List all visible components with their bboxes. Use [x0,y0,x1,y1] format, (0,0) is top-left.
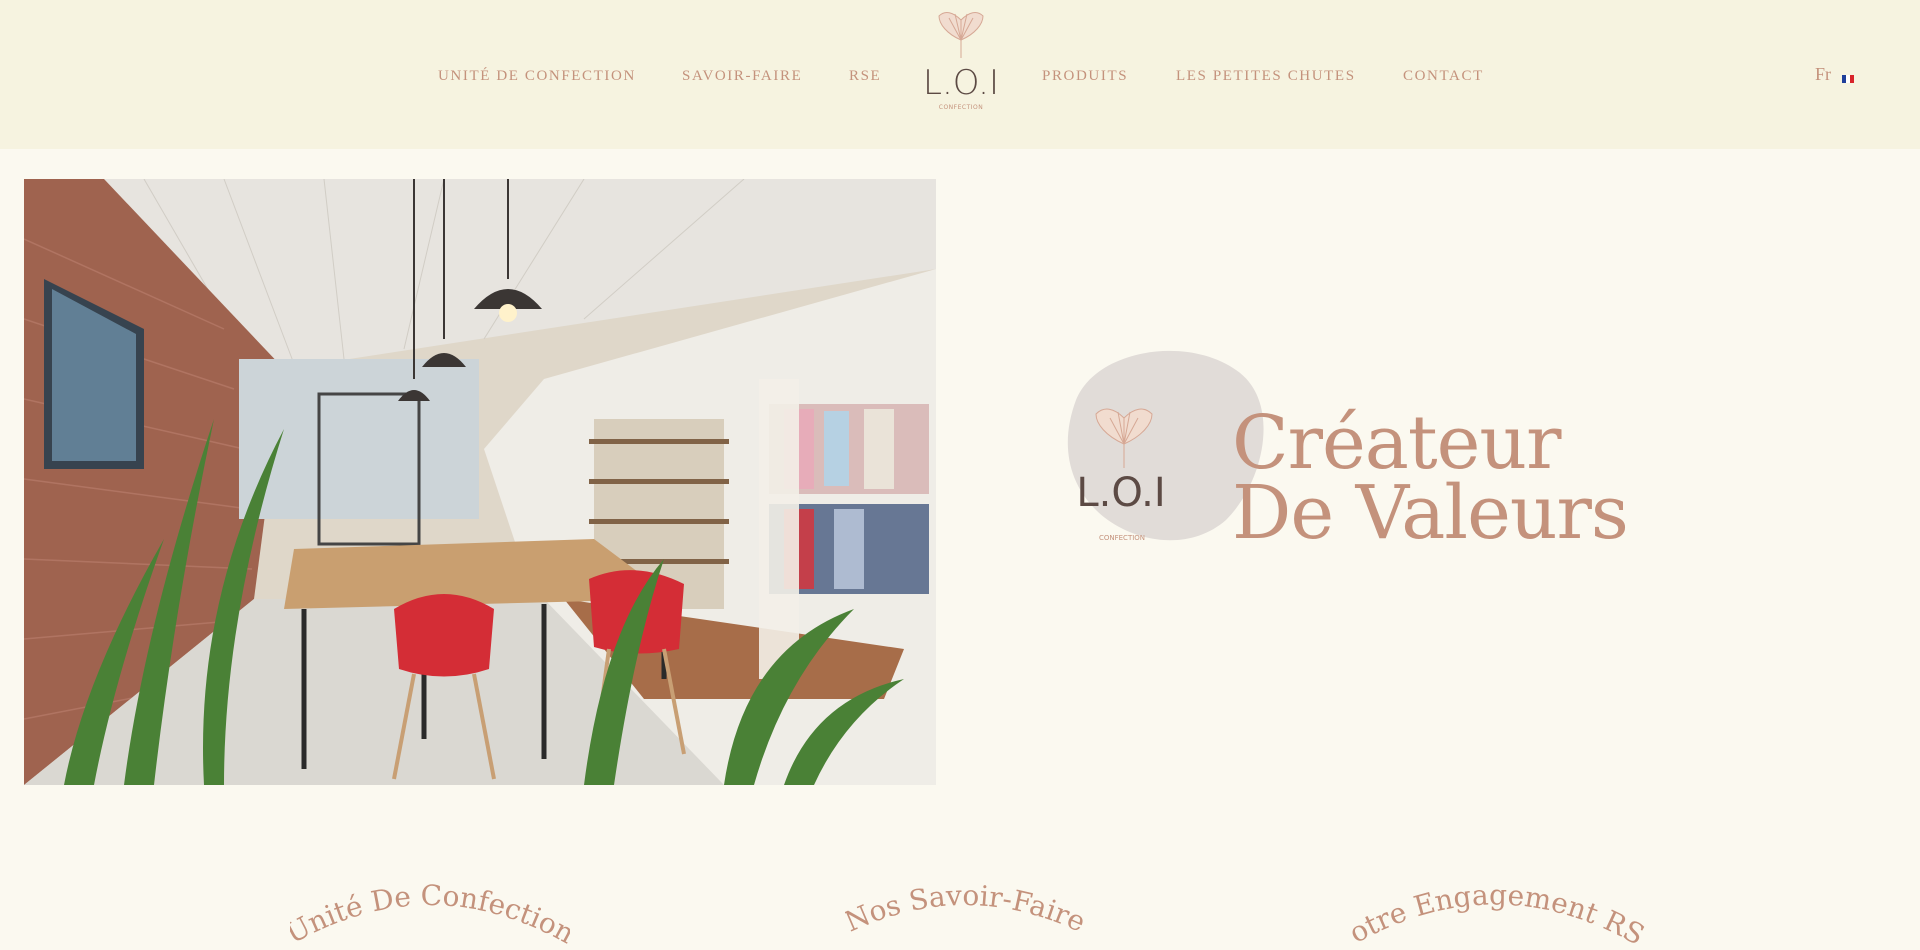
section-title-unite-de-confection[interactable]: Unité De Confection [290,860,570,950]
section-title-notre-engagement-rse[interactable]: Notre Engagement RSE [1340,862,1650,947]
site-logo[interactable]: L.O.I CONFECTION [923,6,999,114]
nav-contact[interactable]: CONTACT [1403,68,1484,88]
headline-line-2: De Valeurs [1232,470,1629,556]
site-header: UNITÉ DE CONFECTION SAVOIR-FAIRE RSE L.O… [0,0,1920,149]
nav-les-petites-chutes[interactable]: LES PETITES CHUTES [1176,68,1356,88]
section-title-nos-savoir-faire[interactable]: Nos Savoir-Faire [845,860,1085,940]
nav-savoir-faire[interactable]: SAVOIR-FAIRE [682,68,802,88]
svg-text:Notre Engagement RSE: Notre Engagement RSE [1340,862,1650,947]
headline-line-1: Créateur [1232,400,1561,486]
nav-produits[interactable]: PRODUITS [1042,68,1128,88]
svg-text:CONFECTION: CONFECTION [939,104,983,111]
workshop-photo [24,179,936,785]
french-flag-icon[interactable] [1842,75,1854,83]
nav-rse[interactable]: RSE [849,68,881,88]
svg-text:Nos Savoir-Faire: Nos Savoir-Faire [845,879,1085,939]
hero-headline: Créateur De Valeurs [1232,400,1629,556]
svg-text:CONFECTION: CONFECTION [1099,534,1145,542]
svg-text:Unité De Confection: Unité De Confection [290,879,570,950]
svg-text:L.O.I: L.O.I [925,63,997,103]
svg-text:L.O.I: L.O.I [1076,470,1165,516]
language-selector[interactable]: Fr [1815,64,1831,85]
nav-unite-de-confection[interactable]: UNITÉ DE CONFECTION [438,68,636,88]
ginkgo-leaf-logo: L.O.I CONFECTION [923,12,999,111]
